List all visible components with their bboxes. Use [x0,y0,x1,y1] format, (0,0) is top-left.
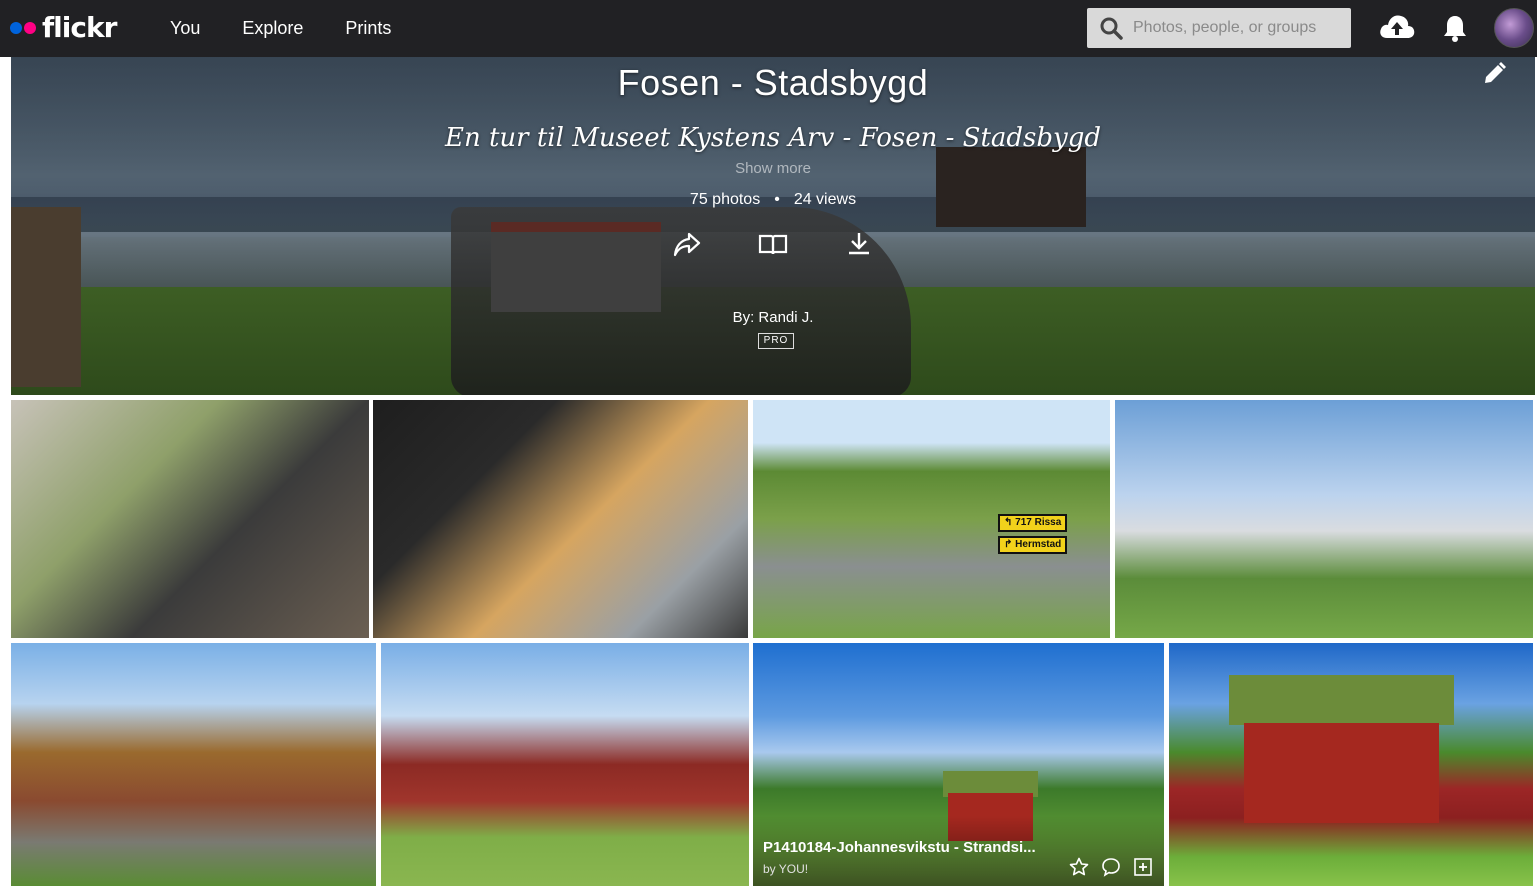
show-more-link[interactable]: Show more [11,160,1535,177]
photo-title[interactable]: P1410184-Johannesvikstu - Strandsi... [763,839,1036,856]
notifications-bell-icon[interactable] [1442,13,1468,43]
stats-separator: • [774,191,780,208]
photo-tile[interactable] [1115,400,1533,638]
album-owner-link[interactable]: By: Randi J. [11,309,1535,326]
album-actions [11,229,1535,259]
pro-badge: PRO [758,333,794,349]
search-input[interactable] [1133,19,1343,37]
road-sign-rissa: ↰ 717 Rissa [998,514,1068,532]
photo-tile-hovered[interactable]: P1410184-Johannesvikstu - Strandsi... by… [753,643,1164,886]
nav-explore[interactable]: Explore [242,16,303,40]
search-box[interactable] [1087,8,1351,48]
album-title: Fosen - Stadsbygd [617,62,929,103]
flickr-logo[interactable]: flickr [10,11,117,44]
user-avatar[interactable] [1494,8,1534,48]
search-icon [1100,17,1123,40]
photo-house [1244,723,1439,823]
star-icon [1069,857,1089,876]
photo-tile[interactable] [1169,643,1533,886]
comment-button[interactable] [1100,856,1122,878]
nav-you[interactable]: You [170,16,200,40]
album-hero: Fosen - Stadsbygd En tur til Museet Kyst… [11,57,1535,395]
photo-actions [1058,856,1154,878]
slideshow-book-button[interactable] [758,229,788,259]
share-arrow-icon [673,232,701,257]
download-button[interactable] [844,229,874,259]
hero-bg-shed [936,147,1086,227]
photo-tile[interactable] [381,643,749,886]
photo-count: 75 photos [689,191,761,208]
comment-bubble-icon [1102,858,1120,877]
album-stats: 75 photos • 24 views [11,191,1535,209]
edit-pencil-icon[interactable] [1481,61,1507,87]
road-sign-hermstad: ↱ Hermstad [998,536,1068,554]
add-to-gallery-button[interactable] [1132,856,1154,878]
view-count: 24 views [793,191,857,208]
photo-owner[interactable]: by YOU! [763,862,808,876]
upload-cloud-icon[interactable] [1378,10,1416,42]
logo-pink-dot [24,22,36,34]
top-nav-bar: flickr You Explore Prints [0,0,1537,57]
photo-tile[interactable] [373,400,748,638]
nav-prints[interactable]: Prints [345,16,391,40]
photo-tile[interactable] [11,643,376,886]
logo-blue-dot [10,22,22,34]
photo-tile[interactable] [11,400,369,638]
share-button[interactable] [672,229,702,259]
photo-roof [1229,675,1454,725]
main-nav: You Explore Prints [170,16,433,40]
album-description: En tur til Museet Kystens Arv - Fosen - … [444,123,1102,153]
download-icon [849,233,869,255]
favorite-star-button[interactable] [1068,856,1090,878]
book-icon [758,234,788,255]
add-box-icon [1134,858,1152,876]
photo-tile[interactable]: ↰ 717 Rissa ↱ Hermstad [753,400,1110,638]
logo-text: flickr [42,11,117,44]
